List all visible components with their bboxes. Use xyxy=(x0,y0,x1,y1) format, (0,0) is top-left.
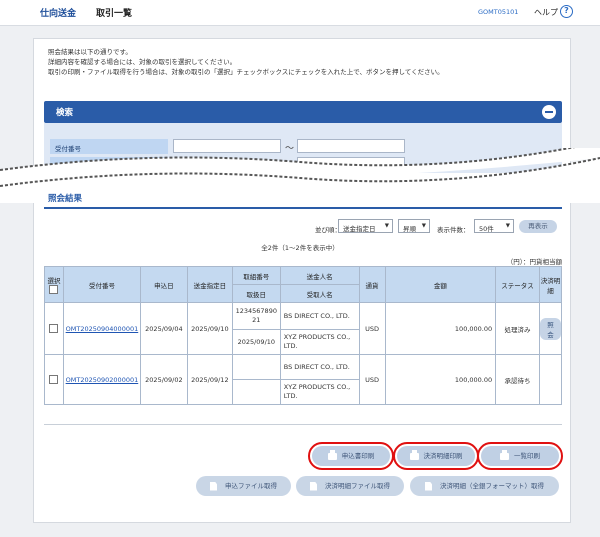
row-checkbox-cell xyxy=(44,354,64,405)
intro-text: 照会結果は以下の通りです。 詳細内容を確認する場合には、対象の取引を選択してくだ… xyxy=(48,47,444,77)
search-title: 検索 xyxy=(56,108,74,118)
printer-icon xyxy=(327,449,337,460)
order-select[interactable]: 昇順 ▼ xyxy=(398,219,430,233)
col-handling-date[interactable]: 取扱日 xyxy=(231,284,281,303)
currency-cell: USD xyxy=(358,354,386,405)
status-cell: 処理済み xyxy=(495,302,540,355)
contract-no-cell: 123456789021 xyxy=(231,302,281,330)
section-divider xyxy=(44,424,562,425)
settlement-cell: 照会 xyxy=(538,302,563,355)
unit-note: （円）：円貨相当額 xyxy=(506,258,562,266)
intro-line: 詳細内容を確認する場合には、対象の取引を選択してください。 xyxy=(48,58,237,66)
settlement-inquiry-button[interactable]: 照会 xyxy=(539,317,561,340)
download-settlement-file-button[interactable]: 決済明細ファイル取得 xyxy=(296,476,404,496)
print-list-button[interactable]: 一覧印刷 xyxy=(477,442,563,470)
select-all-checkbox[interactable] xyxy=(49,285,59,294)
settlement-cell xyxy=(538,354,563,405)
button-label: 決済明細ファイル取得 xyxy=(325,482,390,490)
col-contract-no[interactable]: 取組番号 xyxy=(231,266,281,285)
button-label: 決済明細（全銀フォーマット）取得 xyxy=(440,482,544,490)
omission-break xyxy=(0,148,600,203)
printer-icon xyxy=(500,449,509,460)
col-receipt-no[interactable]: 受付番号 xyxy=(62,266,141,303)
col-receiver[interactable]: 受取人名 xyxy=(279,284,360,303)
result-count-text: 全2件（1～2件を表示中） xyxy=(261,244,339,252)
print-settlement-button[interactable]: 決済明細印刷 xyxy=(393,442,479,470)
remit-date-cell: 2025/09/12 xyxy=(186,354,233,405)
header-text: 選択 xyxy=(47,277,61,285)
help-link[interactable]: ヘルプ xyxy=(534,7,558,18)
receiver-cell: XYZ PRODUCTS CO., LTD. xyxy=(279,329,360,355)
button-label: 申込書印刷 xyxy=(341,452,375,460)
app-header: 仕向送金 取引一覧 GOMT05101 ヘルプ ? xyxy=(0,0,600,26)
help-icon[interactable]: ? xyxy=(560,5,573,18)
chevron-down-icon: ▼ xyxy=(421,223,426,229)
col-currency[interactable]: 通貨 xyxy=(358,266,386,303)
handling-date-cell xyxy=(231,379,281,405)
handling-date-cell: 2025/09/10 xyxy=(231,329,281,355)
file-icon xyxy=(210,481,217,491)
col-select: 選択 xyxy=(44,266,64,303)
results-table: 選択 受付番号 申込日 送金指定日 取組番号 送金人名 通貨 金額 ステータス … xyxy=(44,266,563,405)
page-size-select[interactable]: 50件 ▼ xyxy=(474,219,514,233)
page-size-value: 50件 xyxy=(479,225,494,233)
sort-value: 送金指定日 xyxy=(343,225,376,233)
file-icon xyxy=(310,481,317,491)
intro-line: 取引の印刷・ファイル取得を行う場合は、対象の取引の「選択」チェックボックスにチェ… xyxy=(48,68,444,76)
table-row: OMT20250902000001 2025/09/02 2025/09/12 … xyxy=(44,354,563,405)
row-select-checkbox[interactable] xyxy=(49,324,59,333)
results-title: 照会結果 xyxy=(48,194,83,204)
sender-cell: BS DIRECT CO., LTD. xyxy=(279,302,360,330)
col-remit-date[interactable]: 送金指定日 xyxy=(186,266,233,303)
receipt-no-link[interactable]: OMT20250904000001 xyxy=(66,325,139,333)
menu-label[interactable]: 仕向送金 xyxy=(40,6,76,19)
currency-cell: USD xyxy=(358,302,386,355)
download-settlement-zengin-button[interactable]: 決済明細（全銀フォーマット）取得 xyxy=(410,476,559,496)
button-label: 決済明細印刷 xyxy=(423,452,463,460)
receipt-no-cell: OMT20250904000001 xyxy=(62,302,141,355)
sender-cell: BS DIRECT CO., LTD. xyxy=(279,354,360,380)
results-divider xyxy=(44,207,562,209)
printer-icon xyxy=(409,449,419,460)
row-checkbox-cell xyxy=(44,302,64,355)
row-select-checkbox[interactable] xyxy=(49,375,59,384)
amount-cell: 100,000.00 xyxy=(384,354,497,405)
file-icon xyxy=(425,481,432,491)
receiver-cell: XYZ PRODUCTS CO., LTD. xyxy=(279,379,360,405)
apply-date-cell: 2025/09/04 xyxy=(139,302,188,355)
page-size-label: 表示件数： xyxy=(437,226,470,234)
amount-cell: 100,000.00 xyxy=(384,302,497,355)
col-settlement: 決済明細 xyxy=(538,266,563,303)
intro-line: 照会結果は以下の通りです。 xyxy=(48,48,132,56)
col-apply-date[interactable]: 申込日 xyxy=(139,266,188,303)
button-label: 申込ファイル取得 xyxy=(225,482,277,490)
collapse-icon[interactable] xyxy=(542,105,556,119)
col-amount[interactable]: 金額 xyxy=(384,266,497,303)
table-row: OMT20250904000001 2025/09/04 2025/09/10 … xyxy=(44,302,563,355)
col-status[interactable]: ステータス xyxy=(495,266,540,303)
sort-select[interactable]: 送金指定日 ▼ xyxy=(338,219,393,233)
chevron-down-icon: ▼ xyxy=(505,223,510,229)
apply-date-cell: 2025/09/02 xyxy=(139,354,188,405)
col-sender[interactable]: 送金人名 xyxy=(279,266,360,285)
page-title: 取引一覧 xyxy=(96,9,133,19)
print-application-button[interactable]: 申込書印刷 xyxy=(308,442,394,470)
status-cell: 承認待ち xyxy=(495,354,540,405)
button-label: 一覧印刷 xyxy=(514,452,540,460)
contract-no-cell xyxy=(231,354,281,380)
redisplay-button[interactable]: 再表示 xyxy=(519,220,557,233)
receipt-no-cell: OMT20250902000001 xyxy=(62,354,141,405)
screen-code: GOMT05101 xyxy=(478,8,519,16)
search-panel-header[interactable]: 検索 xyxy=(44,101,562,123)
order-value: 昇順 xyxy=(403,225,416,233)
receipt-no-link[interactable]: OMT20250902000001 xyxy=(66,376,139,384)
chevron-down-icon: ▼ xyxy=(384,223,389,229)
remit-date-cell: 2025/09/10 xyxy=(186,302,233,355)
download-application-file-button[interactable]: 申込ファイル取得 xyxy=(196,476,291,496)
